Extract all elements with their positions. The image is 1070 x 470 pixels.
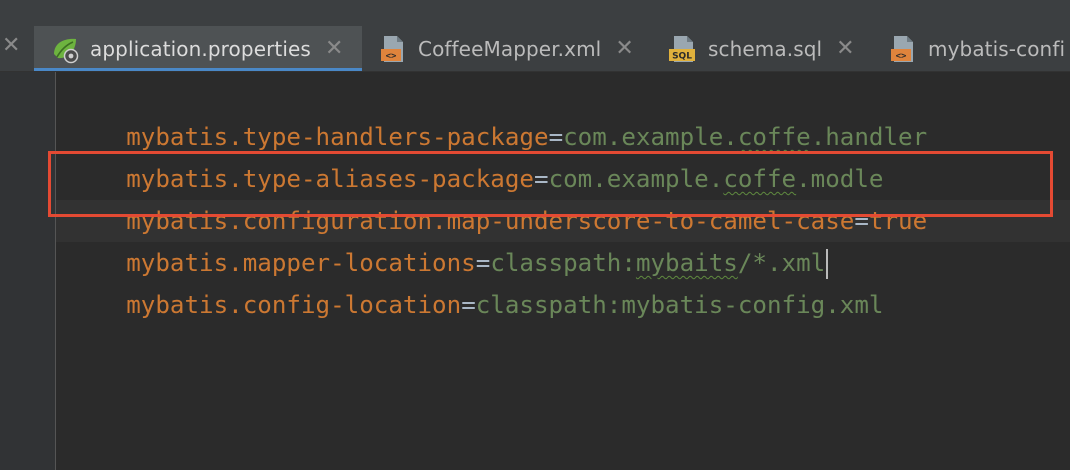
code-line[interactable]: mybatis.type-handlers-package=com.exampl… — [68, 74, 927, 151]
equals-sign: = — [854, 207, 869, 235]
code-line[interactable]: mybatis.configuration.map-underscore-to-… — [68, 158, 927, 235]
tab-label: schema.sql — [708, 37, 823, 61]
close-icon[interactable]: ✕ — [325, 38, 343, 60]
tab-schema-sql[interactable]: SQL schema.sql ✕ — [668, 26, 855, 71]
tab-application-properties[interactable]: application.properties ✕ — [34, 26, 362, 71]
svg-text:<>: <> — [896, 52, 907, 62]
close-icon[interactable]: ✕ — [836, 38, 854, 60]
tab-label: application.properties — [90, 37, 311, 61]
equals-sign: = — [461, 291, 476, 319]
close-icon[interactable]: ✕ — [615, 38, 633, 60]
tab-label: mybatis-confi — [928, 37, 1066, 61]
sql-file-icon: SQL — [668, 34, 698, 64]
close-icon[interactable]: ✕ — [2, 33, 20, 58]
xml-file-icon: <> — [888, 34, 918, 64]
editor-tab-bar: ✕ application.properties ✕ <> CoffeeMapp… — [0, 0, 1070, 72]
property-value: classpath:mybatis-config.xml — [475, 291, 884, 319]
spring-leaf-icon — [50, 34, 80, 64]
code-editor[interactable]: mybatis.type-handlers-package=com.exampl… — [56, 72, 1070, 470]
xml-file-icon: <> — [378, 34, 408, 64]
code-line[interactable]: mybatis.type-aliases-package=com.example… — [68, 116, 883, 193]
property-value: true — [868, 207, 928, 235]
line-gutter[interactable] — [0, 72, 56, 470]
svg-text:<>: <> — [386, 52, 397, 62]
property-key: mybatis.config-location — [126, 291, 462, 319]
code-line[interactable]: mybatis.config-location=classpath:mybati… — [68, 242, 883, 319]
tab-mybatis-config[interactable]: <> mybatis-confi — [888, 26, 1066, 71]
tab-bar-top-strip — [0, 0, 1070, 19]
svg-text:SQL: SQL — [672, 52, 692, 62]
tab-label: CoffeeMapper.xml — [418, 37, 602, 61]
code-line[interactable]: mybatis.mapper-locations=classpath:mybai… — [68, 200, 829, 279]
tab-coffeemapper-xml[interactable]: <> CoffeeMapper.xml ✕ — [378, 26, 634, 71]
